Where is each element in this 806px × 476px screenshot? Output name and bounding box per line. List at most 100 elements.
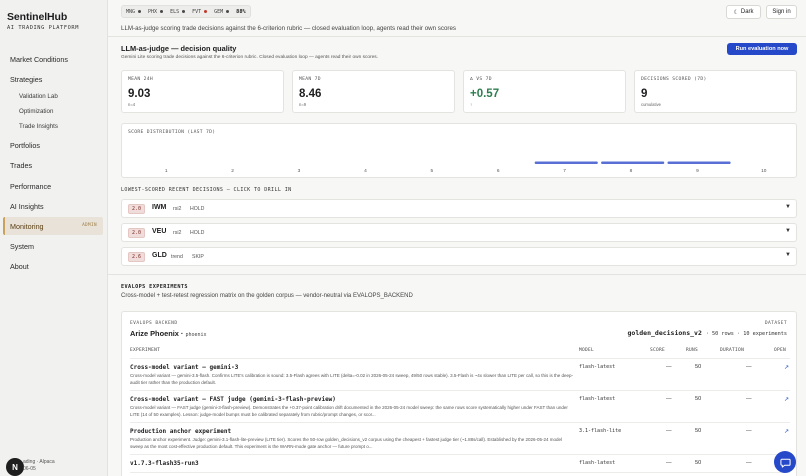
kpi-value: 9.03	[128, 88, 151, 100]
avatar[interactable]: N	[6, 458, 24, 476]
lowest-decisions-title: LOWEST-SCORED RECENT DECISIONS — CLICK T…	[121, 187, 292, 193]
experiment-score: —	[666, 396, 672, 402]
provider-els: ELS	[170, 8, 186, 15]
nav-optimization[interactable]: Optimization	[19, 108, 53, 115]
provider-status-strip: MNG PHX ELS FVT GEM 88%	[121, 5, 251, 18]
dataset-meta: · 50 rows · 10 experiments	[705, 331, 787, 337]
backend-name-text: Arize Phoenix	[130, 329, 179, 338]
open-external-icon[interactable]: ↗	[784, 396, 789, 403]
row-divider	[130, 422, 790, 423]
chevron-down-icon[interactable]: ▼	[785, 228, 791, 234]
kpi-mean-7d: MEAN 7D 8.46 n=9	[292, 70, 455, 113]
score-tick-label: 2	[231, 168, 234, 174]
row-divider	[130, 454, 790, 455]
strategy: rsi2	[173, 206, 182, 212]
open-external-icon[interactable]: ↗	[784, 428, 789, 435]
provider-phx: PHX	[148, 8, 164, 15]
sign-in-button[interactable]: Sign in	[766, 5, 797, 19]
divider	[108, 274, 806, 275]
divider	[108, 36, 806, 37]
col-model: MODEL	[579, 348, 595, 353]
provider-fvt: FVT	[192, 8, 208, 15]
dark-mode-toggle[interactable]: ☾ Dark	[726, 5, 761, 19]
nav-about[interactable]: About	[10, 262, 29, 271]
experiment-duration: —	[746, 460, 752, 466]
nav-strategies[interactable]: Strategies	[10, 75, 42, 84]
page-intro: LLM-as-judge scoring trade decisions aga…	[121, 25, 456, 32]
open-external-icon[interactable]: ↗	[784, 364, 789, 371]
kpi-value: 9	[641, 88, 648, 100]
exp-cross-model-gemini3: Cross-model variant — gemini-3	[130, 364, 239, 371]
col-experiment: EXPERIMENT	[130, 348, 161, 353]
provider-name: FVT	[192, 8, 202, 15]
row-divider	[130, 390, 790, 391]
provider-name: ELS	[170, 8, 180, 15]
provider-name: PHX	[148, 8, 158, 15]
nav-market-conditions[interactable]: Market Conditions	[10, 55, 68, 64]
admin-badge: ADMIN	[82, 223, 97, 228]
experiment-runs: 50	[695, 460, 702, 466]
score-bar-7	[534, 161, 598, 164]
score-tick-label: 10	[761, 168, 767, 174]
evalops-card: EVALOPS BACKEND Arize Phoenix · phoenix …	[121, 311, 797, 476]
nav-monitoring[interactable]: Monitoring ADMIN	[3, 217, 103, 235]
chevron-down-icon[interactable]: ▼	[785, 204, 791, 210]
status-dot-icon	[204, 10, 208, 13]
nav-ai-insights[interactable]: AI Insights	[10, 202, 44, 211]
kpi-value: +0.57	[470, 88, 500, 100]
nav-system[interactable]: System	[10, 242, 34, 251]
score-tick-label: 5	[430, 168, 433, 174]
score-badge: 2.6	[128, 252, 145, 262]
row-divider	[130, 358, 790, 359]
score-bar-8	[601, 161, 665, 164]
judge-subtitle: Gemini Lite scoring trade decisions agai…	[121, 55, 379, 60]
provider-name: MNG	[126, 8, 136, 15]
dataset-name: golden_decisions_v2 · 50 rows · 10 exper…	[628, 329, 787, 337]
experiment-runs: 50	[695, 428, 702, 434]
evalops-subtitle: Cross-model + test-retest regression mat…	[121, 293, 413, 299]
kpi-decisions-scored: DECISIONS SCORED (7D) 9 cumulative	[634, 70, 797, 113]
kpi-label: DECISIONS SCORED (7D)	[641, 77, 707, 82]
action: SKIP	[192, 254, 204, 260]
run-evaluation-button[interactable]: Run evaluation now	[727, 43, 797, 55]
brand-subtitle: AI TRADING PLATFORM	[7, 25, 79, 31]
decision-row[interactable]: 2.0 VEU rsi2 HOLD ▼	[121, 223, 797, 242]
ticker: IWM	[152, 204, 167, 211]
experiment-runs: 50	[695, 364, 702, 370]
score-tick-label: 7	[563, 168, 566, 174]
provider-gem: GEM	[214, 8, 230, 15]
topbar: MNG PHX ELS FVT GEM 88% ☾ Dark Sign in	[108, 0, 806, 22]
decision-row[interactable]: 2.0 IWM rsi2 HOLD ▼	[121, 199, 797, 218]
kpi-label: Δ VS 7D	[470, 77, 492, 82]
nav-portfolios[interactable]: Portfolios	[10, 141, 40, 150]
nav-validation-lab[interactable]: Validation Lab	[19, 93, 58, 100]
nav-performance[interactable]: Performance	[10, 182, 51, 191]
moon-icon: ☾	[733, 9, 739, 16]
kpi-label: MEAN 7D	[299, 77, 321, 82]
nav-trade-insights[interactable]: Trade Insights	[19, 123, 58, 130]
decision-row[interactable]: 2.6 GLD trend SKIP ▼	[121, 247, 797, 266]
chevron-down-icon[interactable]: ▼	[785, 252, 791, 258]
ticker: VEU	[152, 228, 167, 235]
chat-button[interactable]	[774, 451, 796, 473]
col-runs: RUNS	[686, 348, 699, 353]
sidebar: SentinelHub AI TRADING PLATFORM Market C…	[0, 0, 108, 476]
status-dot-icon	[160, 10, 164, 13]
footer-mode: ading · Alpaca	[23, 459, 55, 465]
kpi-delta-vs-7d: Δ VS 7D +0.57 ↑	[463, 70, 626, 113]
action: HOLD	[190, 206, 205, 212]
provider-name: GEM	[214, 8, 224, 15]
exp-flash35-run3: v1.7.3-flash35-run3	[130, 460, 199, 467]
score-tick-label: 6	[497, 168, 500, 174]
strategy: trend	[171, 254, 183, 260]
judge-title: LLM-as-judge — decision quality	[121, 44, 237, 53]
provider-mng: MNG	[126, 8, 142, 15]
kpi-note: cumulative	[641, 102, 662, 107]
kpi-mean-24h: MEAN 24H 9.03 n=4	[121, 70, 284, 113]
score-distribution-card: SCORE DISTRIBUTION (LAST 7D) 1 2 3 4 5 6 7 8 9 10	[121, 123, 797, 178]
experiment-duration: —	[746, 428, 752, 434]
experiment-description: Cross-model variant — FAST judge (gemini…	[130, 405, 568, 417]
experiment-duration: —	[746, 396, 752, 402]
col-open: OPEN	[774, 348, 787, 353]
nav-trades[interactable]: Trades	[10, 161, 32, 170]
